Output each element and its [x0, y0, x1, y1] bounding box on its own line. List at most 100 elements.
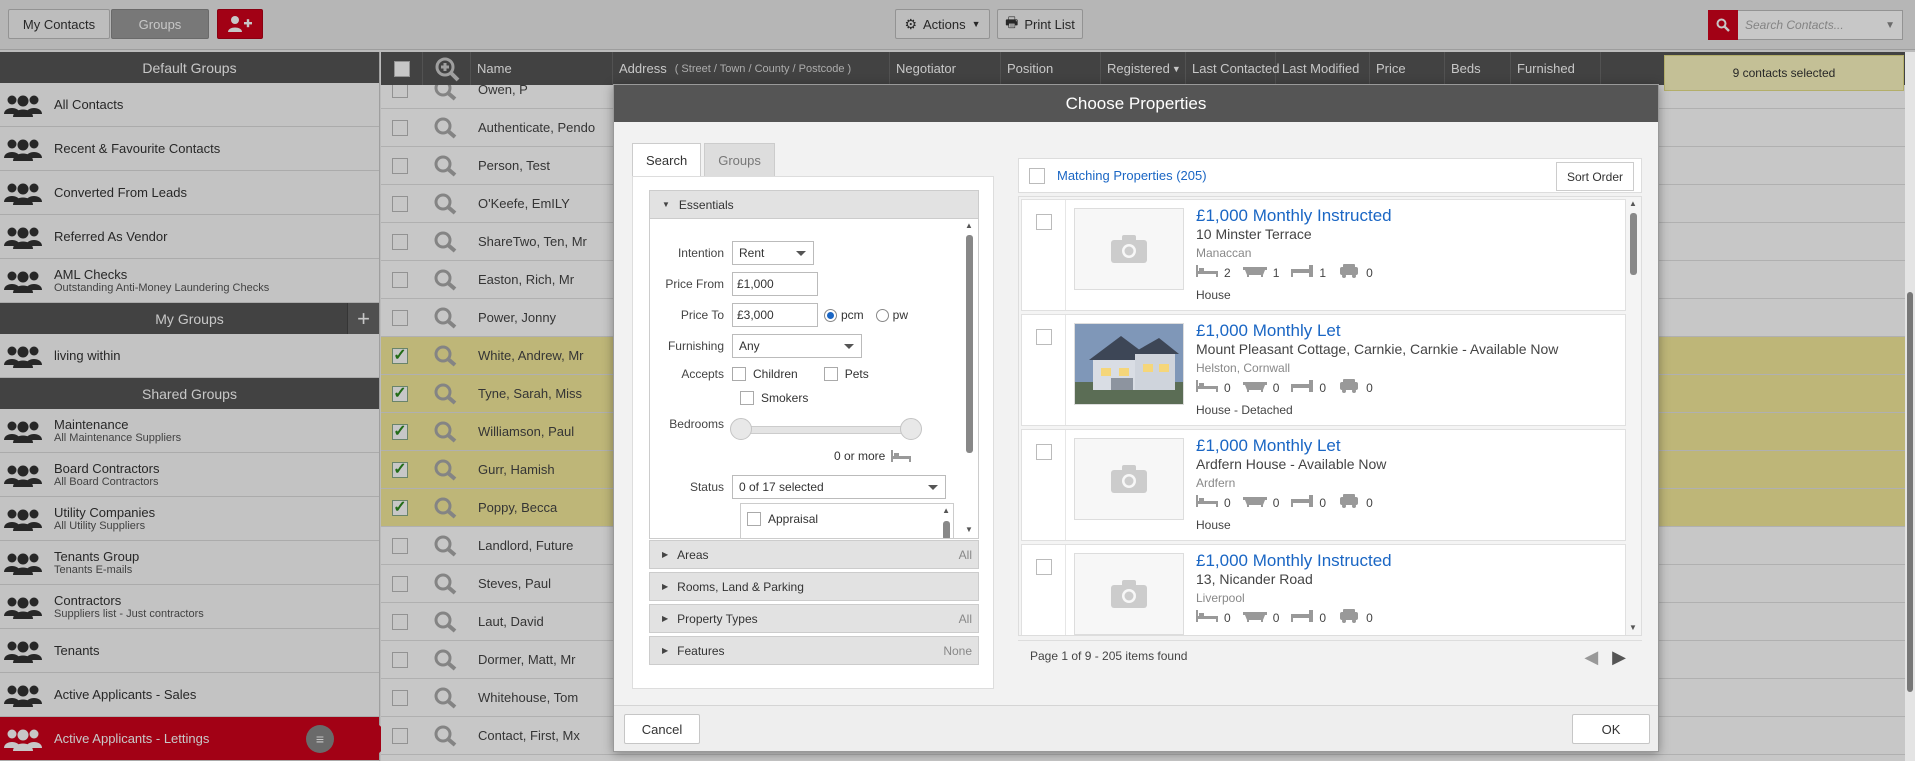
car-icon — [1338, 494, 1366, 511]
reception-count: 0 — [1319, 380, 1327, 395]
select-arrow-icon — [928, 485, 938, 490]
reception-stat: 0 — [1291, 495, 1326, 510]
matching-properties-title[interactable]: Matching Properties (205) — [1057, 168, 1207, 183]
essentials-body: Intention Rent Price From £1,000 Price T… — [649, 219, 979, 539]
bedrooms-slider-min-handle[interactable] — [730, 418, 752, 440]
section-value: All — [958, 547, 972, 562]
baths-stat: 0 — [1242, 610, 1279, 625]
bed-icon — [891, 450, 912, 462]
bed-icon — [1196, 380, 1224, 395]
beds-count: 0 — [1224, 610, 1231, 625]
prev-page-icon[interactable]: ◀ — [1584, 647, 1598, 668]
app-root: My Contacts Groups ⚙ Actions ▼ 🖶 Print L… — [0, 0, 1915, 761]
pets-checkbox[interactable] — [823, 367, 838, 381]
smokers-checkbox[interactable] — [740, 391, 754, 405]
price-to-input[interactable]: £3,000 — [732, 303, 818, 327]
results-panel: Matching Properties (205) Sort Order £1,… — [1018, 158, 1642, 695]
scroll-down-icon[interactable]: ▼ — [965, 525, 973, 534]
property-address: Mount Pleasant Cottage, Carnkie, Carnkie… — [1196, 341, 1559, 357]
essentials-section-header[interactable]: ▼ Essentials — [649, 190, 979, 219]
properties-scroll-thumb[interactable] — [1630, 213, 1637, 275]
property-card[interactable]: £1,000 Monthly Let Ardfern House - Availa… — [1021, 429, 1626, 541]
tab-search[interactable]: Search — [632, 143, 702, 176]
ok-button[interactable]: OK — [1572, 714, 1650, 744]
intention-select[interactable]: Rent — [732, 241, 814, 265]
bed-icon — [1196, 610, 1224, 625]
furnishing-select[interactable]: Any — [732, 334, 862, 358]
property-photo[interactable] — [1074, 323, 1184, 405]
scroll-up-icon[interactable]: ▲ — [965, 221, 973, 230]
properties-scrollbar[interactable]: ▲ ▼ — [1629, 199, 1638, 635]
property-checkbox[interactable] — [1036, 559, 1052, 575]
property-card[interactable]: £1,000 Monthly Let Mount Pleasant Cottage… — [1021, 314, 1626, 426]
parking-stat: 0 — [1338, 264, 1373, 281]
search-form: ▼ Essentials Intention Rent Price From £… — [632, 176, 994, 689]
cancel-button[interactable]: Cancel — [624, 714, 700, 744]
property-checkbox[interactable] — [1036, 444, 1052, 460]
parking-stat: 0 — [1338, 609, 1373, 626]
property-photo-placeholder[interactable] — [1074, 553, 1184, 635]
page-scrollbar-thumb[interactable] — [1907, 292, 1913, 692]
property-title[interactable]: £1,000 Monthly Let — [1196, 321, 1341, 341]
section-name: Features — [677, 643, 725, 658]
property-checkbox[interactable] — [1036, 329, 1052, 345]
property-card[interactable]: £1,000 Monthly Instructed 10 Minster Terr… — [1021, 199, 1626, 311]
section-header[interactable]: ▶ Areas All — [649, 540, 979, 569]
page-scrollbar[interactable] — [1905, 52, 1915, 761]
triangle-right-icon: ▶ — [662, 614, 669, 623]
property-address: Ardfern House - Available Now — [1196, 456, 1387, 472]
property-address: 13, Nicander Road — [1196, 571, 1313, 587]
pw-label: pw — [892, 308, 909, 322]
next-page-icon[interactable]: ▶ — [1612, 647, 1626, 668]
section-header[interactable]: ▶ Property Types All — [649, 604, 979, 633]
reception-stat: 1 — [1291, 265, 1326, 280]
property-title[interactable]: £1,000 Monthly Instructed — [1196, 551, 1392, 571]
select-all-properties-checkbox[interactable] — [1029, 167, 1045, 184]
select-arrow-icon — [844, 344, 854, 349]
furnishing-row: Furnishing Any — [650, 334, 862, 358]
status-select[interactable]: 0 of 17 selected — [732, 475, 946, 499]
appraisal-checkbox[interactable] — [747, 512, 761, 526]
intention-value: Rent — [739, 246, 765, 260]
status-scroll-thumb[interactable] — [943, 521, 950, 538]
essentials-scrollbar[interactable]: ▲ ▼ — [965, 221, 974, 537]
sort-order-button[interactable]: Sort Order — [1556, 162, 1634, 191]
triangle-right-icon: ▶ — [662, 550, 669, 559]
pcm-radio[interactable] — [824, 308, 837, 322]
children-checkbox[interactable] — [732, 367, 746, 381]
section-name: Areas — [677, 547, 709, 562]
property-title[interactable]: £1,000 Monthly Instructed — [1196, 206, 1392, 226]
camera-icon — [1111, 465, 1147, 493]
property-area: Manaccan — [1196, 246, 1252, 260]
parking-count: 0 — [1366, 380, 1373, 395]
bath-icon — [1242, 495, 1273, 510]
status-scroll-up-icon[interactable]: ▲ — [942, 506, 950, 515]
furnishing-value: Any — [739, 339, 760, 353]
property-photo-placeholder[interactable] — [1074, 438, 1184, 520]
section-header[interactable]: ▶ Rooms, Land & Parking — [649, 572, 979, 601]
essentials-scroll-thumb[interactable] — [966, 235, 973, 453]
tab-groups[interactable]: Groups — [704, 143, 775, 176]
property-photo-placeholder[interactable] — [1074, 208, 1184, 290]
dialog-footer: Cancel OK — [614, 705, 1658, 751]
property-checkbox[interactable] — [1036, 214, 1052, 230]
property-title[interactable]: £1,000 Monthly Let — [1196, 436, 1341, 456]
scroll-up-icon[interactable]: ▲ — [1629, 199, 1637, 208]
section-header[interactable]: ▶ Features None — [649, 636, 979, 665]
property-card[interactable]: £1,000 Monthly Instructed 13, Nicander Ro… — [1021, 544, 1626, 635]
bedrooms-slider-max-handle[interactable] — [900, 418, 922, 440]
property-divider — [1065, 315, 1066, 425]
pw-radio[interactable] — [875, 308, 889, 322]
status-label: Status — [689, 480, 724, 494]
status-option-appraisal[interactable]: Appraisal — [747, 512, 818, 526]
pager: ◀ ▶ — [1570, 647, 1626, 668]
bedrooms-slider-track[interactable] — [738, 426, 918, 434]
property-address: 10 Minster Terrace — [1196, 226, 1312, 242]
property-stats: 0 0 0 0 — [1196, 379, 1385, 396]
children-label: Children — [753, 367, 798, 381]
property-stats: 2 1 1 0 — [1196, 264, 1385, 281]
baths-stat: 0 — [1242, 495, 1279, 510]
beds-count: 2 — [1224, 265, 1231, 280]
scroll-down-icon[interactable]: ▼ — [1629, 623, 1637, 632]
price-from-input[interactable]: £1,000 — [732, 272, 818, 296]
